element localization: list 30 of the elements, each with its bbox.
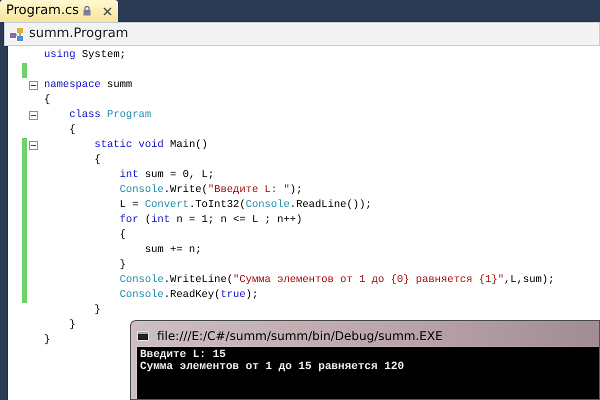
type-name[interactable]: summ.Program — [29, 24, 128, 44]
code-line: } — [93, 303, 101, 318]
close-icon[interactable] — [102, 6, 112, 16]
collapse-icon[interactable] — [29, 111, 38, 120]
code-line: L = Convert.ToInt32(Console.ReadLine()); — [118, 198, 372, 213]
code-line: Console.ReadKey(true); — [118, 288, 258, 303]
console-icon — [137, 331, 149, 341]
code-line: using System; — [43, 48, 126, 63]
code-line: int sum = 0, L; — [118, 168, 214, 183]
code-line: class Program — [68, 108, 152, 123]
collapse-icon[interactable] — [29, 81, 38, 90]
window-title: file:///E:/C#/summ/summ/bin/Debug/summ.EXE — [157, 328, 443, 345]
collapse-icon[interactable] — [29, 141, 38, 150]
document-tab[interactable]: Program.cs — [0, 0, 118, 22]
code-line: { — [43, 93, 50, 108]
code-line: } — [43, 333, 50, 348]
console-output-line: Сумма элементов от 1 до 15 равняется 120 — [140, 361, 406, 373]
code-line: Console.Write("Введите L: "); — [118, 183, 302, 198]
code-line: { — [118, 228, 126, 243]
code-line: } — [68, 318, 76, 333]
code-line: static void Main() — [93, 138, 208, 153]
class-icon — [9, 26, 25, 42]
code-line: { — [93, 153, 101, 168]
code-line: } — [118, 258, 126, 273]
code-line: Console.WriteLine("Сумма элементов от 1 до {0} равняется {1}",L,sum); — [118, 273, 554, 288]
code-line: namespace summ — [43, 78, 132, 93]
console-output-line: Введите L: 15 — [140, 349, 227, 361]
code-line: for (int n = 1; n <= L ; n++) — [118, 213, 302, 228]
code-line: { — [68, 123, 76, 138]
code-line: sum += n; — [144, 243, 202, 258]
